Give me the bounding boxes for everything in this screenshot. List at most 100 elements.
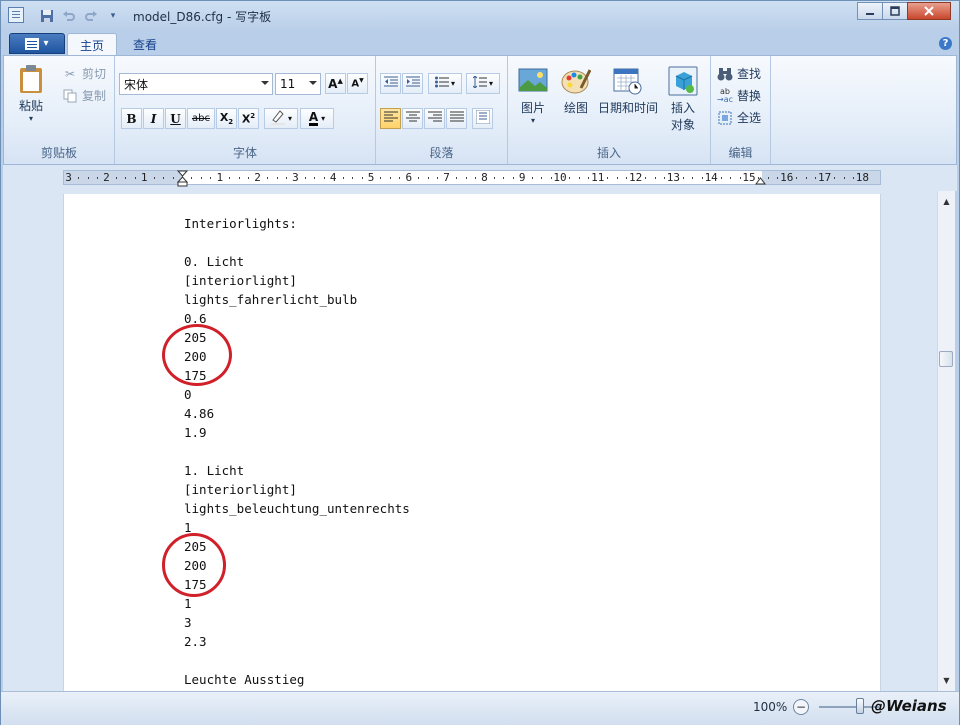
- document-line[interactable]: 1. Licht: [184, 461, 410, 480]
- line-spacing-button[interactable]: ▾: [466, 73, 500, 94]
- paste-button[interactable]: 粘贴 ▾: [16, 64, 46, 123]
- tab-view[interactable]: 查看: [121, 33, 169, 56]
- zoom-out-button[interactable]: −: [793, 699, 809, 715]
- close-button[interactable]: [907, 2, 951, 20]
- select-all-button[interactable]: 全选: [717, 109, 761, 126]
- zoom-slider-track[interactable]: [819, 706, 879, 708]
- document-line[interactable]: 1.9: [184, 423, 410, 442]
- strikethrough-button[interactable]: abc: [187, 108, 215, 129]
- ruler-tick: [645, 177, 647, 179]
- application-menu-button[interactable]: ▾: [9, 33, 65, 54]
- document-line[interactable]: 1: [184, 594, 410, 613]
- italic-button[interactable]: I: [143, 108, 164, 129]
- find-button[interactable]: 查找: [717, 65, 761, 82]
- justify-icon: [449, 111, 464, 126]
- underline-button[interactable]: U: [165, 108, 186, 129]
- increase-indent-button[interactable]: [402, 73, 423, 94]
- subscript-button[interactable]: X2: [216, 108, 237, 129]
- copy-button[interactable]: 复制: [62, 87, 106, 104]
- chevron-down-icon[interactable]: [309, 81, 317, 85]
- replace-button[interactable]: ab →ac 替换: [717, 87, 761, 104]
- document-line[interactable]: [184, 651, 410, 670]
- ruler-tick: [758, 177, 760, 179]
- redo-icon[interactable]: [83, 8, 99, 24]
- ruler-tick: [616, 177, 618, 179]
- align-right-button[interactable]: [424, 108, 445, 129]
- line-spacing-icon: [472, 75, 487, 91]
- tab-home[interactable]: 主页: [67, 33, 118, 56]
- font-color-button[interactable]: A ▾: [300, 108, 334, 129]
- ruler-number: 1: [140, 171, 148, 184]
- bullet-list-button[interactable]: ▾: [428, 73, 462, 94]
- ruler-tick: [843, 177, 845, 179]
- align-center-button[interactable]: [402, 108, 423, 129]
- right-indent-marker-icon[interactable]: [755, 176, 766, 185]
- strikethrough-icon: abc: [192, 113, 210, 124]
- align-left-button[interactable]: [380, 108, 401, 129]
- insert-object-button[interactable]: 插入 对象: [668, 66, 698, 133]
- scroll-down-icon[interactable]: ▼: [938, 672, 955, 689]
- minimize-button[interactable]: [857, 2, 883, 20]
- document-line[interactable]: lights_fahrerlicht_bulb: [184, 290, 410, 309]
- cut-button[interactable]: ✂ 剪切: [62, 65, 106, 82]
- document-line[interactable]: [interiorlight]: [184, 271, 410, 290]
- vertical-scrollbar[interactable]: ▲ ▼: [937, 191, 955, 691]
- document-line[interactable]: 3: [184, 613, 410, 632]
- indent-marker-icon[interactable]: [177, 170, 188, 187]
- wordpad-app-icon[interactable]: [8, 7, 24, 23]
- select-all-label: 全选: [737, 111, 762, 125]
- decrease-indent-button[interactable]: [380, 73, 401, 94]
- scroll-up-icon[interactable]: ▲: [938, 193, 955, 210]
- paragraph-settings-button[interactable]: [472, 108, 493, 129]
- bold-button[interactable]: B: [121, 108, 142, 129]
- document-page[interactable]: Interiorlights: 0. Licht [interiorlight] li…: [63, 194, 881, 691]
- document-line[interactable]: lights_beleuchtung_untenrechts: [184, 499, 410, 518]
- ruler-tick: [550, 177, 552, 179]
- bullet-list-icon: [434, 76, 449, 91]
- chevron-down-icon[interactable]: [261, 81, 269, 85]
- document-line[interactable]: [184, 233, 410, 252]
- highlighter-icon: [270, 109, 288, 128]
- help-icon[interactable]: ?: [939, 37, 952, 50]
- copy-label: 复制: [82, 89, 107, 103]
- document-line[interactable]: 4.86: [184, 404, 410, 423]
- shrink-font-button[interactable]: A▼: [347, 73, 368, 94]
- maximize-button[interactable]: [882, 2, 908, 20]
- undo-icon[interactable]: [61, 8, 77, 24]
- save-icon[interactable]: [39, 8, 55, 24]
- document-line[interactable]: 2.3: [184, 632, 410, 651]
- insert-picture-button[interactable]: 图片 ▾: [518, 66, 548, 125]
- highlight-color-button[interactable]: ▾: [264, 108, 298, 129]
- paint-drawing-button[interactable]: 绘图: [561, 66, 591, 116]
- document-line[interactable]: 0. Licht: [184, 252, 410, 271]
- customize-quick-access-icon[interactable]: ▾: [105, 8, 121, 24]
- shrink-font-icon: A▼: [351, 77, 364, 90]
- ruler-tick: [512, 177, 514, 179]
- grow-font-button[interactable]: A▲: [325, 73, 346, 94]
- superscript-button[interactable]: X2: [238, 108, 259, 129]
- ruler-tick: [767, 177, 769, 179]
- ruler-tick: [654, 177, 656, 179]
- document-line[interactable]: Interiorlights:: [184, 214, 410, 233]
- insert-datetime-button[interactable]: 日期和时间: [598, 66, 658, 116]
- justify-button[interactable]: [446, 108, 467, 129]
- zoom-slider-thumb[interactable]: [856, 698, 864, 714]
- font-size-combobox[interactable]: 11: [275, 73, 321, 95]
- document-line[interactable]: 0: [184, 385, 410, 404]
- font-size-value: 11: [280, 77, 296, 91]
- document-line[interactable]: 1: [184, 518, 410, 537]
- document-line[interactable]: Leuchte Ausstieg: [184, 670, 410, 689]
- horizontal-ruler[interactable]: 3 2 1 1 2 3 4 5 6 7 8 9 10 11 12 13 14 15 16 17 18: [63, 170, 881, 187]
- ruler-tick: [437, 177, 439, 179]
- font-family-combobox[interactable]: 宋体: [119, 73, 273, 95]
- ruler-tick: [96, 177, 98, 179]
- ruler-tick: [229, 177, 231, 179]
- document-text[interactable]: Interiorlights: 0. Licht [interiorlight] li…: [184, 214, 410, 689]
- ruler-tick: [352, 177, 354, 179]
- document-line[interactable]: [184, 442, 410, 461]
- ruler-tick: [153, 177, 155, 179]
- document-line[interactable]: 0.6: [184, 309, 410, 328]
- document-line[interactable]: [interiorlight]: [184, 480, 410, 499]
- scrollbar-thumb[interactable]: [939, 351, 953, 367]
- ruler-tick: [418, 177, 420, 179]
